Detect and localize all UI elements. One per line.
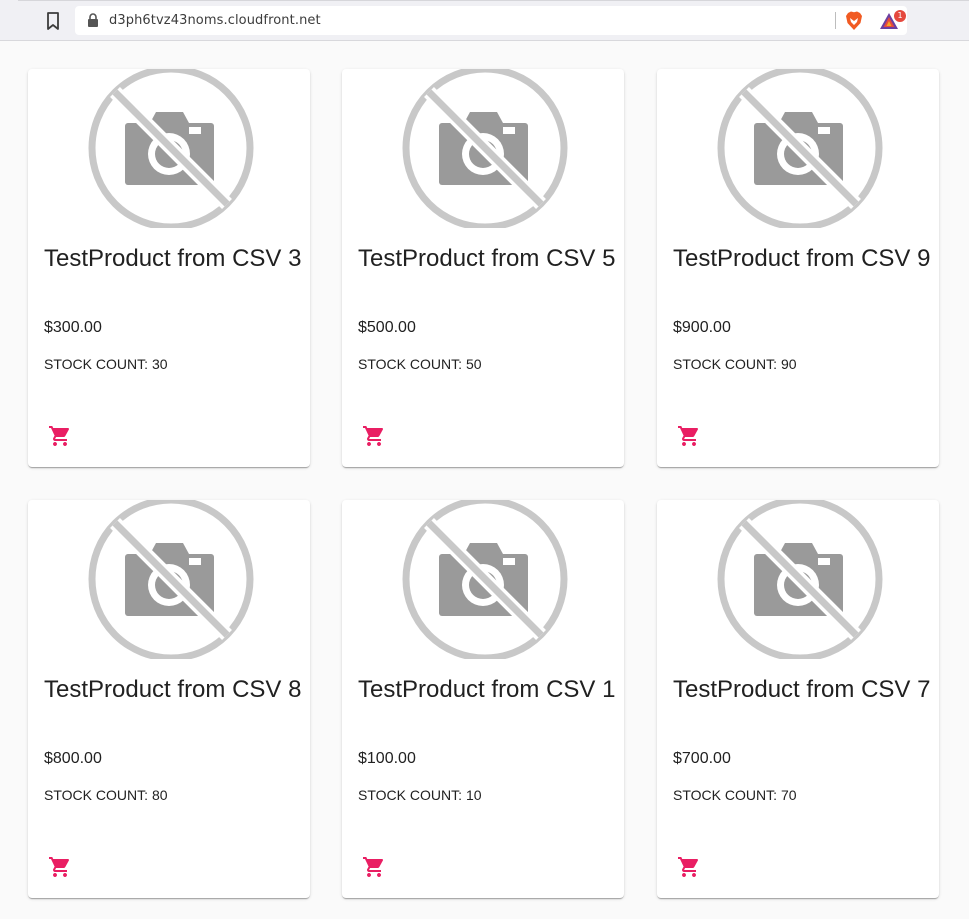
stock-count-label: STOCK COUNT: xyxy=(673,787,777,803)
no-photo-icon xyxy=(717,500,883,659)
browser-toolbar: d3ph6tvz43noms.cloudfront.net 1 xyxy=(0,0,969,41)
shopping-cart-icon xyxy=(49,426,70,446)
stock-count-value: 70 xyxy=(780,787,797,803)
shopping-cart-icon xyxy=(678,426,699,446)
product-price: $800.00 xyxy=(44,750,102,767)
product-title: TestProduct from CSV 8 xyxy=(44,676,302,703)
product-image xyxy=(28,69,310,228)
product-image xyxy=(657,69,939,228)
product-title: TestProduct from CSV 5 xyxy=(358,245,616,272)
add-to-cart-button[interactable] xyxy=(350,848,398,886)
add-to-cart-button[interactable] xyxy=(36,848,84,886)
product-card: TestProduct from CSV 7 $700.00 STOCK COU… xyxy=(657,500,939,898)
product-card: TestProduct from CSV 9 $900.00 STOCK COU… xyxy=(657,69,939,467)
product-card: TestProduct from CSV 1 $100.00 STOCK COU… xyxy=(342,500,624,898)
product-price: $700.00 xyxy=(673,750,731,767)
stock-count-value: 50 xyxy=(465,356,482,372)
product-image xyxy=(657,500,939,659)
product-price: $300.00 xyxy=(44,319,102,336)
shopping-cart-icon xyxy=(678,857,699,877)
no-photo-icon xyxy=(717,69,883,228)
rewards-badge: 1 xyxy=(894,10,906,22)
stock-count: STOCK COUNT: 30 xyxy=(44,356,168,372)
no-photo-icon xyxy=(88,69,254,228)
stock-count-value: 10 xyxy=(465,787,482,803)
stock-count-value: 80 xyxy=(151,787,168,803)
lock-icon[interactable] xyxy=(87,13,99,27)
shopping-cart-icon xyxy=(363,857,384,877)
no-photo-icon xyxy=(402,500,568,659)
product-price: $500.00 xyxy=(358,319,416,336)
url-divider xyxy=(835,12,836,29)
product-title: TestProduct from CSV 3 xyxy=(44,245,302,272)
stock-count: STOCK COUNT: 90 xyxy=(673,356,797,372)
product-image xyxy=(342,69,624,228)
shopping-cart-icon xyxy=(363,426,384,446)
url-text[interactable]: d3ph6tvz43noms.cloudfront.net xyxy=(109,13,321,28)
product-image xyxy=(28,500,310,659)
stock-count-label: STOCK COUNT: xyxy=(358,787,462,803)
add-to-cart-button[interactable] xyxy=(350,417,398,455)
add-to-cart-button[interactable] xyxy=(36,417,84,455)
stock-count: STOCK COUNT: 80 xyxy=(44,787,168,803)
stock-count-label: STOCK COUNT: xyxy=(358,356,462,372)
product-title: TestProduct from CSV 9 xyxy=(673,245,931,272)
product-title: TestProduct from CSV 1 xyxy=(358,676,616,703)
shopping-cart-icon xyxy=(49,857,70,877)
tab-strip-edge xyxy=(18,0,969,1)
stock-count: STOCK COUNT: 50 xyxy=(358,356,482,372)
add-to-cart-button[interactable] xyxy=(665,417,713,455)
product-card: TestProduct from CSV 5 $500.00 STOCK COU… xyxy=(342,69,624,467)
product-image xyxy=(342,500,624,659)
product-price: $100.00 xyxy=(358,750,416,767)
product-card: TestProduct from CSV 3 $300.00 STOCK COU… xyxy=(28,69,310,467)
stock-count-value: 90 xyxy=(780,356,797,372)
address-bar[interactable]: d3ph6tvz43noms.cloudfront.net 1 xyxy=(75,6,907,35)
no-photo-icon xyxy=(402,69,568,228)
bookmark-icon[interactable] xyxy=(45,12,61,30)
product-price: $900.00 xyxy=(673,319,731,336)
stock-count-label: STOCK COUNT: xyxy=(673,356,777,372)
add-to-cart-button[interactable] xyxy=(665,848,713,886)
product-title: TestProduct from CSV 7 xyxy=(673,676,931,703)
brave-shields-icon[interactable] xyxy=(845,11,863,31)
stock-count: STOCK COUNT: 10 xyxy=(358,787,482,803)
no-photo-icon xyxy=(88,500,254,659)
stock-count-label: STOCK COUNT: xyxy=(44,787,148,803)
stock-count-value: 30 xyxy=(151,356,168,372)
product-card: TestProduct from CSV 8 $800.00 STOCK COU… xyxy=(28,500,310,898)
stock-count-label: STOCK COUNT: xyxy=(44,356,148,372)
stock-count: STOCK COUNT: 70 xyxy=(673,787,797,803)
